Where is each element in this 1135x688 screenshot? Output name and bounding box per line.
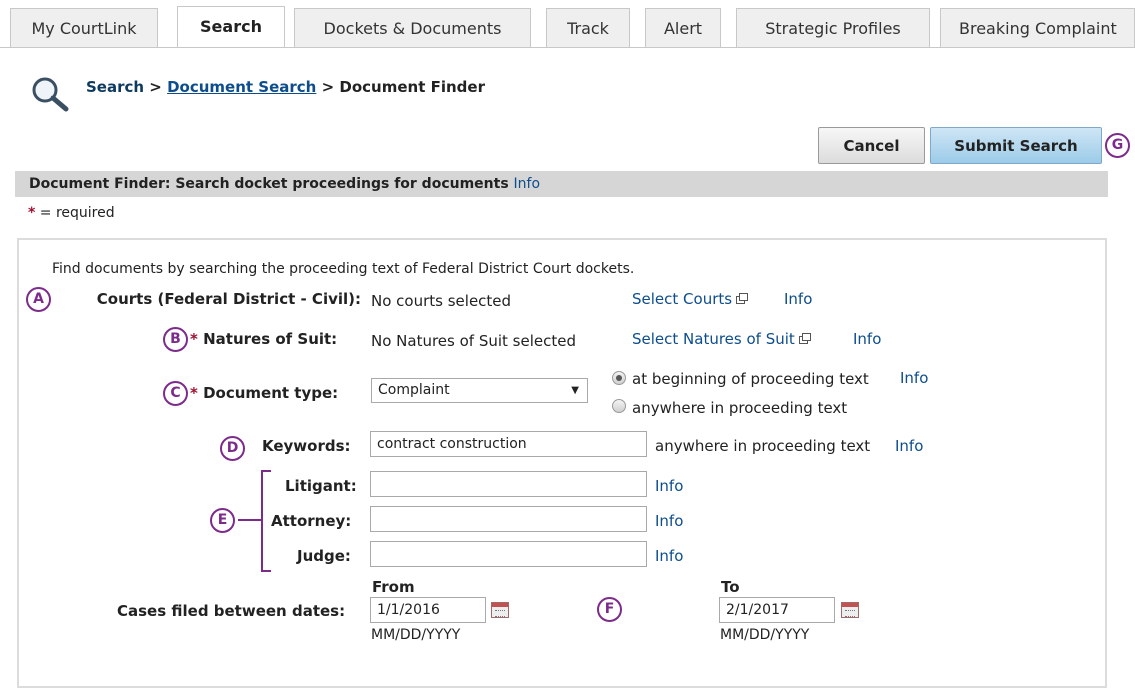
judge-input[interactable] (370, 541, 647, 567)
dates-label: Cases filed between dates: (117, 602, 346, 620)
keywords-scope: anywhere in proceeding text (655, 437, 871, 455)
courts-info-link[interactable]: Info (784, 290, 812, 308)
to-label: To (721, 578, 740, 596)
doctype-label-text: Document type: (203, 384, 339, 402)
cancel-button[interactable]: Cancel (818, 127, 925, 164)
tab-breaking-complaints[interactable]: Breaking Complaint (940, 8, 1135, 47)
select-courts-label: Select Courts (632, 290, 733, 308)
radio-anywhere-label: anywhere in proceeding text (632, 399, 848, 417)
from-date-input[interactable]: 1/1/2016 (370, 597, 486, 623)
magnifier-icon (32, 77, 69, 112)
courts-value: No courts selected (371, 292, 512, 310)
attorney-input[interactable] (370, 506, 647, 532)
popup-window-icon (736, 293, 749, 304)
breadcrumb-separator: > (316, 78, 340, 96)
natures-label-text: Natures of Suit: (203, 330, 338, 348)
breadcrumb: Search > Document Search > Document Find… (86, 78, 485, 96)
to-date-format: MM/DD/YYYY (720, 627, 810, 643)
doctype-label: * Document type: (190, 384, 338, 402)
marker-g: G (1105, 133, 1130, 158)
document-type-value: Complaint (378, 382, 450, 398)
courts-label: Courts (Federal District - Civil): (96, 290, 361, 308)
from-label: From (372, 578, 415, 596)
natures-value: No Natures of Suit selected (371, 332, 577, 350)
tab-dockets-documents[interactable]: Dockets & Documents (294, 8, 531, 47)
required-star: * (190, 330, 198, 348)
banner-info-link[interactable]: Info (514, 176, 541, 192)
attorney-info-link[interactable]: Info (655, 512, 683, 530)
to-date-input[interactable]: 2/1/2017 (719, 597, 835, 623)
popup-window-icon (798, 333, 811, 344)
radio-anywhere[interactable] (612, 399, 626, 413)
marker-f: F (597, 597, 622, 622)
breadcrumb-search: Search (86, 78, 145, 96)
section-title: Document Finder: Search docket proceedin… (29, 176, 509, 192)
tab-strategic-profiles[interactable]: Strategic Profiles (736, 8, 930, 47)
calendar-icon[interactable] (491, 602, 509, 618)
intro-text: Find documents by searching the proceedi… (52, 261, 635, 277)
required-star: * (190, 384, 198, 402)
radio-beginning-label: at beginning of proceeding text (632, 370, 869, 388)
submit-search-button[interactable]: Submit Search (930, 127, 1102, 164)
keywords-info-link[interactable]: Info (895, 437, 923, 455)
breadcrumb-document-search-link[interactable]: Document Search (167, 78, 316, 96)
litigant-label: Litigant: (285, 477, 357, 495)
litigant-input[interactable] (370, 471, 647, 497)
chevron-down-icon: ▼ (571, 385, 579, 396)
marker-e: E (210, 508, 235, 533)
from-date-format: MM/DD/YYYY (371, 627, 461, 643)
document-type-select[interactable]: Complaint ▼ (371, 378, 588, 403)
marker-d: D (220, 436, 245, 461)
select-natures-label: Select Natures of Suit (632, 330, 795, 348)
required-note: * = required (28, 205, 115, 221)
marker-c: C (163, 381, 188, 406)
tab-my-courtlink[interactable]: My CourtLink (10, 8, 158, 47)
select-courts-link[interactable]: Select Courts (632, 290, 749, 308)
radio-beginning[interactable] (612, 371, 626, 385)
natures-info-link[interactable]: Info (853, 330, 881, 348)
select-natures-link[interactable]: Select Natures of Suit (632, 330, 811, 348)
keywords-label: Keywords: (262, 437, 351, 455)
section-banner: Document Finder: Search docket proceedin… (15, 171, 1108, 197)
tab-search[interactable]: Search (177, 6, 285, 48)
natures-label: * Natures of Suit: (190, 330, 337, 348)
breadcrumb-separator: > (144, 78, 168, 96)
marker-b: B (163, 327, 188, 352)
attorney-label: Attorney: (271, 512, 352, 530)
tab-alert[interactable]: Alert (645, 8, 721, 47)
keywords-input[interactable]: contract construction (370, 431, 647, 457)
calendar-icon[interactable] (841, 602, 859, 618)
tab-track[interactable]: Track (546, 8, 630, 47)
required-note-text: = required (35, 205, 115, 221)
marker-a: A (26, 287, 51, 312)
judge-info-link[interactable]: Info (655, 547, 683, 565)
litigant-info-link[interactable]: Info (655, 477, 683, 495)
breadcrumb-current: Document Finder (339, 78, 485, 96)
doctype-info-link[interactable]: Info (900, 369, 928, 387)
tab-divider (0, 47, 1135, 48)
judge-label: Judge: (297, 547, 351, 565)
